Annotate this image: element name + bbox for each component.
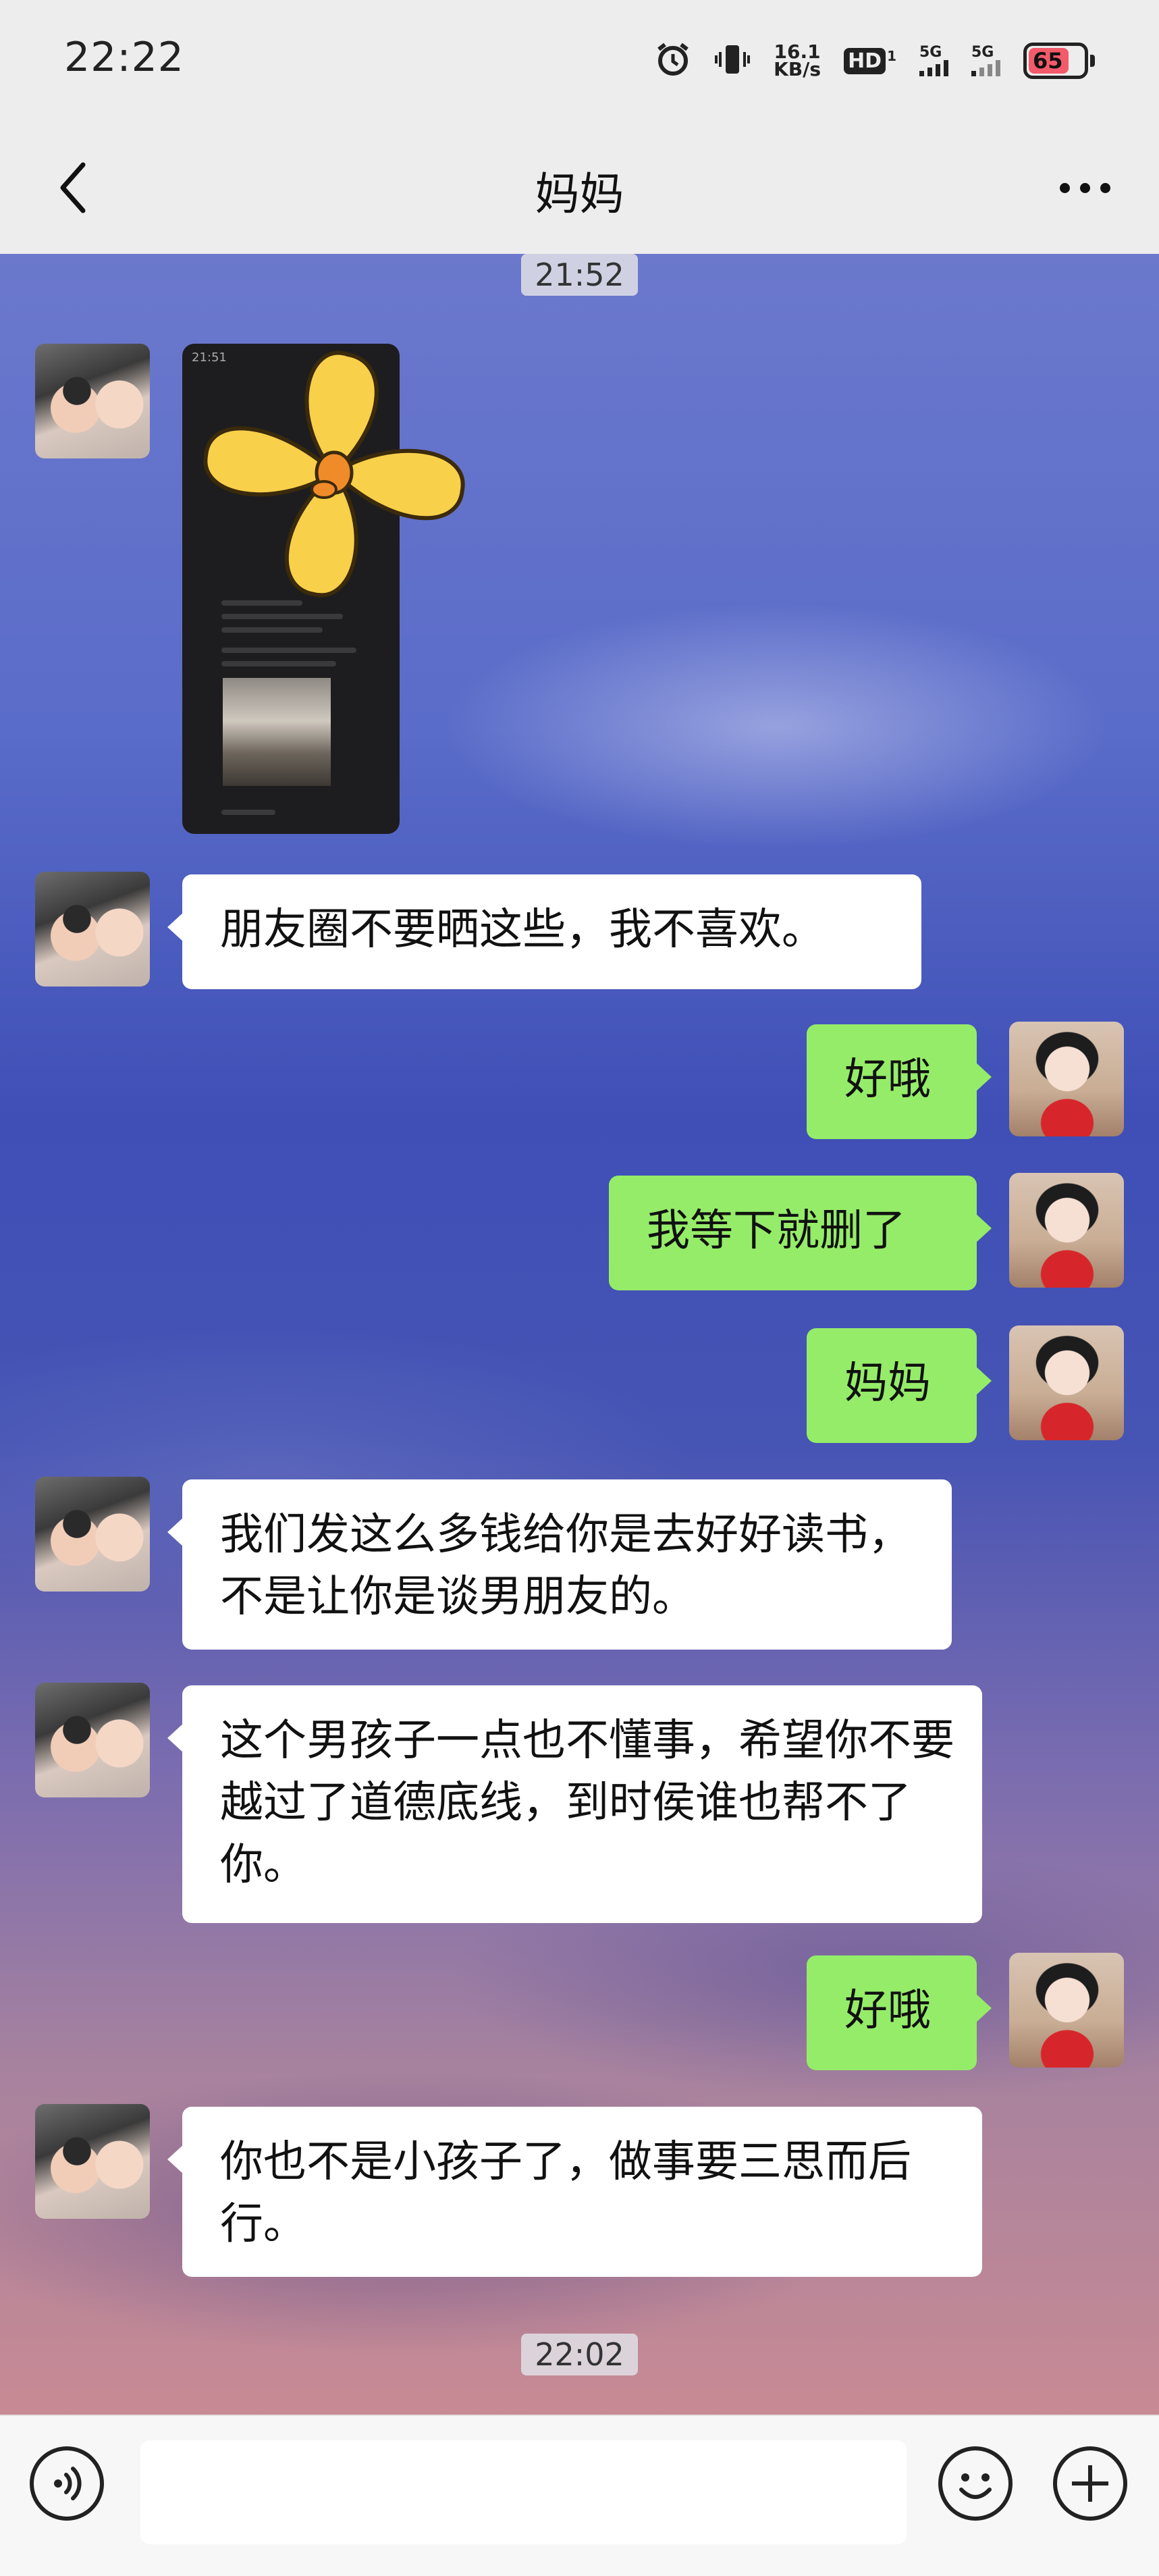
avatar[interactable] (1009, 1022, 1124, 1136)
message-row: 我们发这么多钱给你是去好好读书，不是让你是谈男朋友的。 (0, 1477, 1159, 1652)
sent-message[interactable]: 妈妈 (807, 1328, 992, 1443)
alarm-icon (655, 41, 691, 80)
vibrate-icon (714, 41, 751, 80)
more-dots-icon (1059, 182, 1070, 193)
emoji-icon (959, 2473, 992, 2499)
message-row: 这个男孩子一点也不懂事，希望你不要越过了道德底线，到时侯谁也帮不了你。 (0, 1683, 1159, 1926)
avatar[interactable] (35, 344, 150, 458)
avatar[interactable] (1009, 1173, 1124, 1288)
input-bar (0, 2415, 1159, 2576)
emoji-button[interactable] (938, 2446, 1013, 2521)
avatar[interactable] (35, 872, 150, 987)
message-row: 你也不是小孩子了，做事要三思而后行。 (0, 2104, 1159, 2280)
hd-label: HD (844, 47, 886, 74)
message-row: 我等下就删了 (0, 1173, 1159, 1294)
timestamp: 22:02 (0, 2334, 1159, 2375)
avatar[interactable] (35, 2104, 150, 2219)
sent-message[interactable]: 我等下就删了 (609, 1176, 992, 1290)
timestamp: 21:52 (0, 254, 1159, 296)
avatar[interactable] (1009, 1325, 1124, 1440)
plus-button[interactable] (1053, 2446, 1127, 2521)
status-bar: 22:22 16.1 KB/s HD 1 5G 5G 65 (0, 0, 1159, 122)
net-speed-unit: KB/s (774, 58, 821, 80)
message-row: 好哦 (0, 1953, 1159, 2074)
avatar[interactable] (35, 1477, 150, 1592)
sim2-label: 5G (971, 44, 994, 61)
message-row: 妈妈 (0, 1325, 1159, 1447)
avatar[interactable] (1009, 1953, 1124, 2068)
battery-icon: 65 (1023, 43, 1095, 79)
status-time: 22:22 (64, 34, 184, 81)
screenshot-photo (223, 678, 331, 786)
message-row: 朋友圈不要晒这些，我不喜欢。 (0, 872, 1159, 993)
signal-icon: 5G (971, 45, 1000, 76)
timestamp-label: 22:02 (521, 2334, 638, 2375)
received-message[interactable]: 这个男孩子一点也不懂事，希望你不要越过了道德底线，到时侯谁也帮不了你。 (167, 1685, 982, 1923)
hd-sub: 1 (887, 47, 896, 64)
battery-level: 65 (1029, 48, 1069, 74)
chat-screen: 22:22 16.1 KB/s HD 1 5G 5G 65 妈妈 21:52 2… (0, 0, 1159, 2576)
sent-message[interactable]: 好哦 (807, 1024, 992, 1139)
signal-icon: 5G (919, 45, 948, 76)
message-row: 好哦 (0, 1022, 1159, 1143)
received-message[interactable]: 你也不是小孩子了，做事要三思而后行。 (167, 2107, 982, 2277)
net-speed: 16.1 KB/s (774, 43, 821, 80)
timestamp-label: 21:52 (521, 254, 638, 296)
nav-bar: 妈妈 (0, 122, 1159, 254)
more-dots-icon (1079, 182, 1090, 193)
received-message[interactable]: 我们发这么多钱给你是去好好读书，不是让你是谈男朋友的。 (167, 1479, 952, 1650)
more-button[interactable] (1044, 154, 1125, 221)
voice-icon (54, 2467, 82, 2500)
flower-sticker-icon (203, 350, 465, 598)
voice-button[interactable] (30, 2446, 104, 2521)
hd-icon: HD 1 (844, 47, 896, 74)
status-icons: 16.1 KB/s HD 1 5G 5G 65 (655, 37, 1095, 84)
received-message[interactable]: 朋友圈不要晒这些，我不喜欢。 (167, 874, 921, 989)
message-input[interactable] (140, 2440, 907, 2544)
avatar[interactable] (35, 1683, 150, 1797)
more-dots-icon (1100, 182, 1110, 193)
sim1-label: 5G (919, 44, 942, 61)
chat-title: 妈妈 (535, 168, 624, 220)
sent-message[interactable]: 好哦 (807, 1955, 992, 2070)
chat-area[interactable]: 21:52 21:51 朋友圈不要晒这些，我不喜欢。 好哦 我等下就删了 妈妈 … (0, 254, 1159, 2415)
